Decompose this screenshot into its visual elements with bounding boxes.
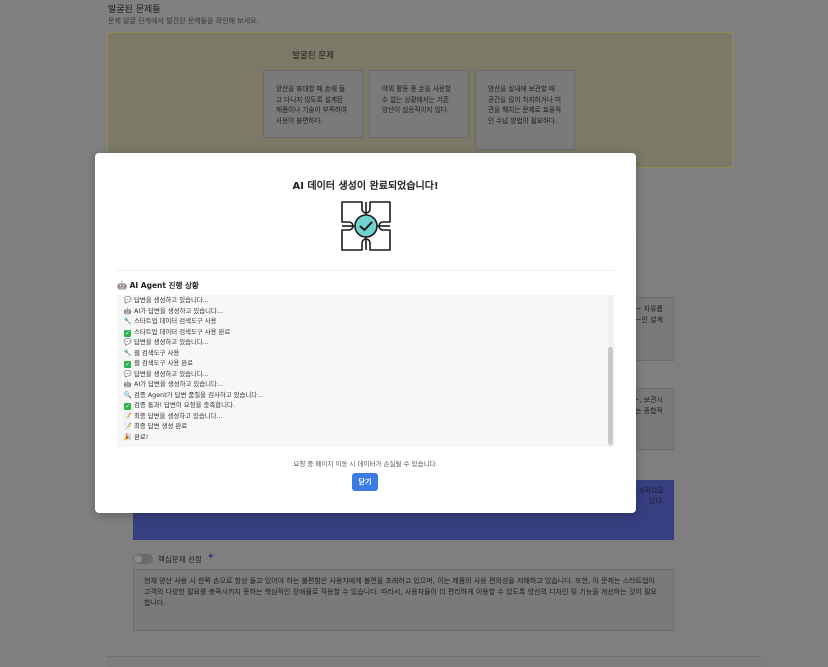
log-item-text: 검증 통과! 답변이 요청을 충족합니다. bbox=[134, 401, 235, 409]
problem-card-2[interactable]: 야외 활동 중 손을 사용할 수 없는 상황에서는 기존 양산이 실용적이지 않… bbox=[369, 70, 469, 138]
sparkle-icon[interactable]: ✦ bbox=[207, 552, 215, 562]
log-item-text: 스타트업 데이터 검색도구 사용 완료 bbox=[134, 327, 231, 336]
wrench-icon: 🔧 bbox=[123, 348, 132, 357]
log-item: ✓ 검증 통과! 답변이 요청을 충족합니다. bbox=[123, 400, 235, 410]
log-item: 💬 답변을 생성하고 있습니다... bbox=[123, 369, 209, 378]
puzzle-check-icon bbox=[341, 201, 391, 251]
log-item: 🤖 AI가 답변을 생성하고 있습니다... bbox=[123, 379, 223, 388]
log-item: 🔧 스타트업 데이터 검색도구 사용 bbox=[123, 316, 217, 325]
log-item: 🔍 검증 Agent가 답변 품질을 검사하고 있습니다... bbox=[123, 390, 263, 399]
log-item-text: 검증 Agent가 답변 품질을 검사하고 있습니다... bbox=[134, 390, 264, 399]
agent-progress-title: AI Agent 진행 상황 bbox=[129, 281, 199, 290]
log-item-text: 웹 검색도구 사용 완료 bbox=[134, 359, 194, 367]
bottom-strip bbox=[107, 656, 761, 667]
log-item-text: 답변을 생성하고 있습니다... bbox=[134, 338, 209, 346]
log-item-text: 답변을 생성하고 있습니다... bbox=[134, 296, 209, 304]
check-icon: ✓ bbox=[124, 361, 131, 368]
modal-divider bbox=[117, 270, 615, 271]
problem-card-3[interactable]: 양산을 실내에 보관할 때 공간을 많이 차지하거나 미관을 해치는 문제로 효… bbox=[475, 70, 575, 150]
log-item-text: 웹 검색도구 사용 bbox=[134, 348, 180, 357]
log-scrollbar[interactable] bbox=[608, 295, 613, 447]
wrench-icon: 🔧 bbox=[123, 317, 132, 325]
robot-icon: 🤖 bbox=[117, 281, 127, 290]
agent-log[interactable]: 💬 답변을 생성하고 있습니다... 🤖 AI가 답변을 생성하고 있습니다... … bbox=[117, 295, 615, 447]
log-item-text: 최종 답변을 생성하고 있습니다... bbox=[134, 411, 223, 420]
speech-bubble-icon: 💬 bbox=[123, 296, 132, 304]
completion-modal: AI 데이터 생성이 완료되었습니다! 🤖 AI Agent 진행 상황 💬 답변… bbox=[95, 153, 636, 513]
check-icon: ✓ bbox=[124, 329, 131, 337]
robot-icon: 🤖 bbox=[123, 380, 132, 388]
log-item: 💬 답변을 생성하고 있습니다... bbox=[123, 295, 209, 304]
speech-bubble-icon: 💬 bbox=[123, 338, 132, 346]
log-item-text: 최종 답변 생성 완료 bbox=[134, 422, 188, 430]
magnifier-icon: 🔍 bbox=[123, 390, 132, 399]
memo-icon: 📝 bbox=[123, 422, 132, 430]
memo-icon: 📝 bbox=[123, 411, 132, 420]
log-item: 🔧 웹 검색도구 사용 bbox=[123, 348, 179, 357]
log-item: ✓ 웹 검색도구 사용 완료 bbox=[123, 358, 193, 368]
core-problem-textarea[interactable]: 현재 양산 사용 시 한쪽 손으로 항상 들고 있어야 하는 불편함은 사용자에… bbox=[133, 569, 674, 631]
log-item: 📝 최종 답변을 생성하고 있습니다... bbox=[123, 411, 223, 420]
core-problem-text: 현재 양산 사용 시 한쪽 손으로 항상 들고 있어야 하는 불편함은 사용자에… bbox=[144, 577, 657, 607]
close-button[interactable]: 닫기 bbox=[352, 473, 378, 491]
section-subtitle: 문제 발굴 단계에서 발견된 문제들을 확인해 보세요. bbox=[108, 17, 259, 25]
speech-bubble-icon: 💬 bbox=[123, 369, 132, 378]
core-problem-label: 핵심문제 선정 bbox=[158, 555, 202, 564]
section-title: 발굴된 문제들 bbox=[108, 5, 161, 15]
problem-card-1[interactable]: 양산을 휴대할 때 손에 들고 다니지 않도록 설계된 제품이나 기술이 부족하… bbox=[263, 70, 363, 138]
log-item-text: AI가 답변을 생성하고 있습니다... bbox=[134, 306, 223, 315]
log-item-text: 답변을 생성하고 있습니다... bbox=[134, 369, 209, 378]
problems-title: 발굴된 문제 bbox=[292, 51, 334, 61]
log-item-text: AI가 답변을 생성하고 있습니다... bbox=[134, 380, 223, 388]
log-scroll-thumb[interactable] bbox=[608, 347, 613, 445]
log-item-text: 완료! bbox=[134, 432, 149, 441]
party-popper-icon: 🎉 bbox=[123, 432, 132, 441]
agent-progress-header: 🤖 AI Agent 진행 상황 bbox=[117, 280, 199, 291]
log-item-text: 스타트업 데이터 검색도구 사용 bbox=[134, 317, 217, 325]
textarea-1-text: ~ 자유롭 ~인 설계 bbox=[635, 305, 663, 324]
log-item: 🤖 AI가 답변을 생성하고 있습니다... bbox=[123, 306, 223, 315]
modal-title: AI 데이터 생성이 완료되었습니다! bbox=[292, 181, 439, 192]
core-problem-toggle[interactable] bbox=[133, 554, 153, 564]
log-item: 💬 답변을 생성하고 있습니다... bbox=[123, 337, 209, 346]
log-item: ✓ 스타트업 데이터 검색도구 사용 완료 bbox=[123, 327, 230, 337]
check-icon: ✓ bbox=[124, 403, 131, 410]
selected-problem-text: 과적으로 있다. bbox=[638, 487, 664, 505]
robot-icon: 🤖 bbox=[123, 306, 132, 315]
log-item: 🎉 완료! bbox=[123, 432, 148, 441]
navigation-warning: 요청 중 페이지 이동 시 데이터가 손실될 수 있습니다. bbox=[293, 460, 438, 468]
log-item: 📝 최종 답변 생성 완료 bbox=[123, 421, 187, 430]
